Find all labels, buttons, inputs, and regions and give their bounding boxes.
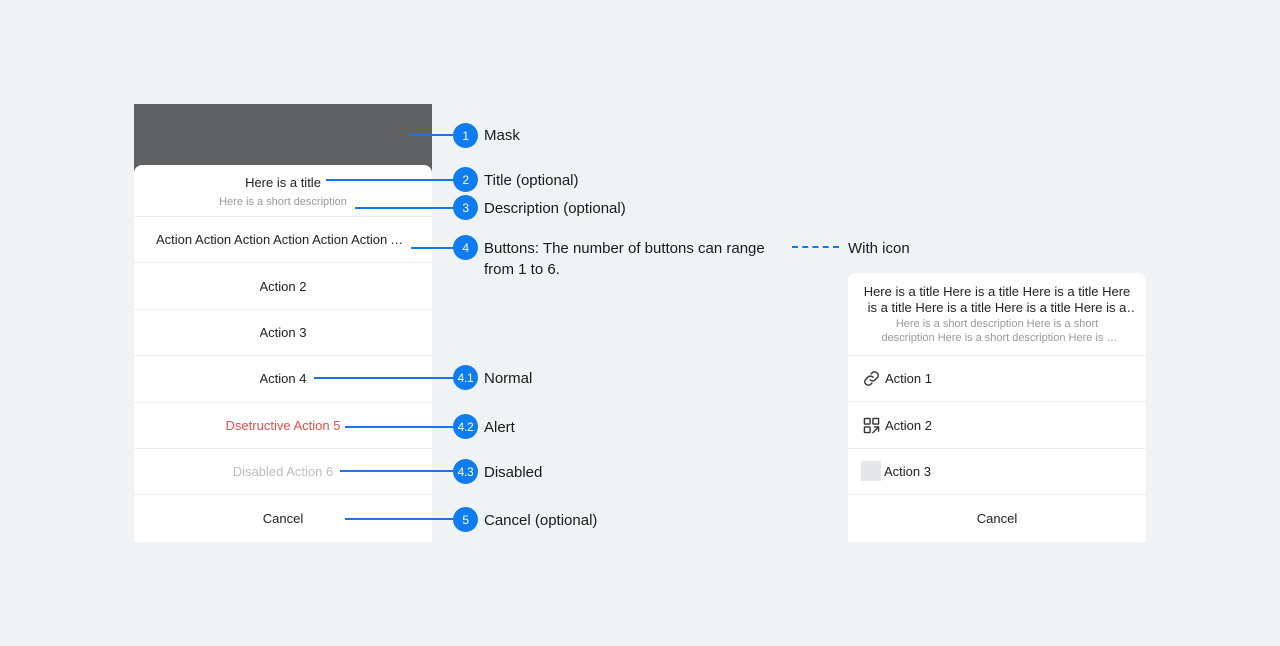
- badge-5: 5: [453, 507, 478, 532]
- action-button-label: Dsetructive Action 5: [225, 417, 341, 433]
- annotation-alert: Alert: [484, 419, 515, 436]
- sheet-description: Here is a short description Here is a sh…: [881, 318, 1113, 344]
- annotation-normal: Normal: [484, 370, 533, 387]
- leader-line-alert: [345, 426, 455, 428]
- sheet-header: Here is a title Here is a short descript…: [134, 165, 432, 217]
- annotation-buttons-line2: from 1 to 6.: [484, 261, 560, 278]
- action-button-label: Disabled Action 6: [232, 464, 334, 480]
- qr-scan-icon: [862, 416, 880, 434]
- sheet-title: Here is a title: [245, 175, 321, 190]
- action-sheet: Here is a title Here is a short descript…: [134, 165, 432, 542]
- action-button-1[interactable]: Action Action Action Action Action Actio…: [134, 217, 432, 264]
- action-button-label: Action Action Action Action Action Actio…: [156, 232, 410, 248]
- action-button-4-normal[interactable]: Action 4: [134, 356, 432, 403]
- action-button-label: Action 2: [885, 417, 932, 433]
- action-button-label: Action 3: [884, 463, 931, 479]
- cancel-button-label: Cancel: [262, 511, 304, 527]
- leader-line-description: [355, 207, 455, 209]
- action-sheet-spec: Here is a title Here is a short descript…: [0, 0, 1280, 646]
- icon-action-button-2[interactable]: Action 2: [848, 402, 1146, 449]
- cancel-button-label: Cancel: [976, 511, 1018, 527]
- annotation-title: Title (optional): [484, 172, 579, 189]
- dashed-connector: [792, 246, 839, 248]
- leader-line-title: [326, 179, 455, 181]
- action-button-label: Action 1: [885, 371, 932, 387]
- leader-line-cancel: [345, 518, 455, 520]
- annotation-mask: Mask: [484, 127, 520, 144]
- variant-label-with-icon: With icon: [848, 240, 910, 257]
- annotation-cancel: Cancel (optional): [484, 512, 598, 529]
- sheet-header: Here is a title Here is a title Here is …: [848, 273, 1146, 356]
- placeholder-icon: [861, 461, 881, 482]
- mask-overlay[interactable]: Here is a title Here is a short descript…: [134, 104, 432, 542]
- action-button-label: Action 4: [259, 371, 307, 387]
- badge-4: 4: [453, 235, 478, 260]
- link-icon: [862, 370, 880, 388]
- action-button-6-disabled: Disabled Action 6: [134, 449, 432, 496]
- cancel-button[interactable]: Cancel: [848, 495, 1146, 542]
- annotation-disabled: Disabled: [484, 464, 543, 481]
- badge-4-3: 4.3: [453, 459, 478, 484]
- leader-line-normal: [314, 377, 455, 379]
- badge-4-1: 4.1: [453, 365, 478, 390]
- action-button-label: Action 3: [259, 324, 307, 340]
- sheet-title: Here is a title Here is a title Here is …: [863, 284, 1131, 315]
- annotation-buttons-line1: Buttons: The number of buttons can range: [484, 240, 765, 257]
- action-button-2[interactable]: Action 2: [134, 263, 432, 310]
- badge-2: 2: [453, 167, 478, 192]
- leader-line-buttons: [411, 247, 455, 249]
- action-button-3[interactable]: Action 3: [134, 310, 432, 357]
- badge-4-2: 4.2: [453, 414, 478, 439]
- badge-1: 1: [453, 123, 478, 148]
- action-sheet-with-icons: Here is a title Here is a title Here is …: [848, 273, 1146, 542]
- leader-line-mask: [409, 134, 455, 136]
- action-button-label: Action 2: [259, 278, 307, 294]
- leader-line-disabled: [340, 470, 455, 472]
- badge-3: 3: [453, 195, 478, 220]
- annotation-description: Description (optional): [484, 200, 626, 217]
- icon-action-button-1[interactable]: Action 1: [848, 356, 1146, 403]
- icon-action-button-3[interactable]: Action 3: [848, 449, 1146, 496]
